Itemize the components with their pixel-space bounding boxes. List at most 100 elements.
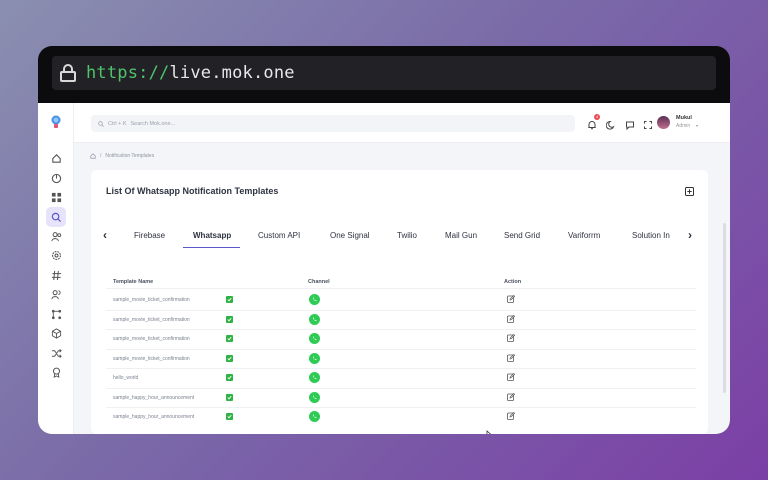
tab-firebase[interactable]: Firebase [134,231,165,240]
user-role: Admin [676,123,691,129]
edit-icon[interactable] [507,334,515,342]
message-icon[interactable] [625,117,635,131]
search-shortcut: Ctrl + K [108,120,127,127]
cube-icon[interactable] [49,326,63,340]
top-bar: Ctrl + K Search Mok.one... 4 Mukul Admin… [74,103,730,143]
apps-icon[interactable] [49,190,63,204]
hash-icon[interactable] [49,268,63,282]
active-checkbox[interactable] [226,413,233,420]
settings-icon[interactable] [49,248,63,262]
check-icon [227,356,232,360]
row-divider [106,407,696,408]
table-row: sample_movie_ticket_confirmation [91,312,708,331]
breadcrumb-current: Notification Templates [105,153,155,159]
tab-whatsapp[interactable]: Whatsapp [193,231,231,240]
tab-one-signal[interactable]: One Signal [330,231,370,240]
tab-twilio[interactable]: Twilio [397,231,417,240]
whatsapp-icon [309,352,320,364]
edit-icon[interactable] [507,295,515,303]
tab-solution-in[interactable]: Solution In [632,231,670,240]
template-name: sample_movie_ticket_confirmation [113,355,190,362]
check-icon [227,336,232,341]
row-divider [106,368,696,369]
table-row: sample_movie_ticket_confirmation [91,292,708,311]
home-icon[interactable] [49,151,63,165]
table-row: sample_movie_ticket_confirmation [91,351,708,370]
page-title: List Of Whatsapp Notification Templates [106,186,279,196]
edit-icon[interactable] [507,373,515,381]
table-row: sample_happy_hour_announcement [91,390,708,409]
edit-icon[interactable] [507,353,515,362]
active-checkbox[interactable] [226,315,233,323]
table-row: hello_world [91,370,708,389]
add-template-button[interactable] [685,187,694,196]
browser-window: https://live.mok.one Ctrl + K Search Mok… [38,46,730,434]
fullscreen-icon[interactable] [643,117,653,129]
row-divider [106,329,696,330]
column-header-name: Template Name [113,279,154,285]
table-row: sample_movie_ticket_confirmation [91,331,708,350]
dashboard-icon[interactable] [49,171,63,185]
breadcrumb-separator: / [100,153,102,159]
row-divider [106,348,696,350]
whatsapp-icon [309,294,320,305]
url-text[interactable]: https://live.mok.one [86,63,295,83]
template-name: sample_happy_hour_announcement [113,414,195,420]
templates-card: List Of Whatsapp Notification Templates … [91,170,708,434]
sidebar [38,103,74,434]
bell-icon[interactable]: 4 [587,114,600,130]
row-divider [106,387,696,389]
scrollbar[interactable] [723,223,726,393]
users-icon[interactable] [49,229,63,243]
address-bar[interactable]: https://live.mok.one [52,56,716,90]
mouse-cursor-icon [486,430,491,434]
tab-send-grid[interactable]: Send Grid [504,231,540,240]
whatsapp-icon [309,391,320,403]
check-icon [227,375,232,380]
search-icon [98,120,104,127]
active-checkbox[interactable] [226,335,233,342]
tab-mail-gun[interactable]: Mail Gun [445,231,477,240]
active-checkbox[interactable] [226,393,233,401]
check-icon [227,297,232,302]
whatsapp-icon [309,313,320,325]
active-checkbox[interactable] [226,296,233,303]
edit-icon[interactable] [507,314,515,323]
search-icon[interactable] [46,207,66,227]
whatsapp-icon [309,333,320,344]
tab-variforrm[interactable]: Variforrm [568,231,600,240]
chevron-left-icon[interactable]: ‹ [103,228,107,242]
column-header-action: Action [504,279,522,285]
whatsapp-icon [309,411,320,422]
logo-icon[interactable] [50,115,62,129]
moon-icon[interactable] [605,117,616,130]
home-icon[interactable] [90,153,96,159]
search-input[interactable]: Ctrl + K Search Mok.one... [91,115,575,132]
template-name: sample_movie_ticket_confirmation [113,316,190,323]
table-row: sample_happy_hour_announcement [91,409,708,428]
check-icon [227,317,232,321]
active-checkbox[interactable] [226,374,233,381]
edit-icon[interactable] [507,392,515,401]
award-icon[interactable] [49,365,63,379]
active-checkbox[interactable] [226,354,233,362]
team-icon[interactable] [49,287,63,301]
template-name: sample_happy_hour_announcement [113,394,195,401]
edit-icon[interactable] [507,412,515,420]
check-icon [227,395,232,399]
user-name[interactable]: Mukul [676,115,692,121]
search-placeholder: Search Mok.one... [130,120,176,127]
flow-icon[interactable] [49,307,63,321]
chevron-down-icon[interactable]: ▾ [696,123,698,128]
tab-custom-api[interactable]: Custom API [258,231,300,240]
lock-icon [60,64,76,82]
breadcrumb: / Notification Templates [90,153,154,159]
shuffle-icon[interactable] [49,346,63,360]
avatar[interactable] [657,116,670,129]
channel-tabs: ‹ Firebase Whatsapp Custom API One Signa… [91,220,708,250]
check-icon [227,414,232,419]
notification-badge: 4 [594,114,600,120]
chevron-right-icon[interactable]: › [688,228,692,242]
template-name: sample_movie_ticket_confirmation [113,297,190,303]
app-viewport: Ctrl + K Search Mok.one... 4 Mukul Admin… [38,103,730,434]
